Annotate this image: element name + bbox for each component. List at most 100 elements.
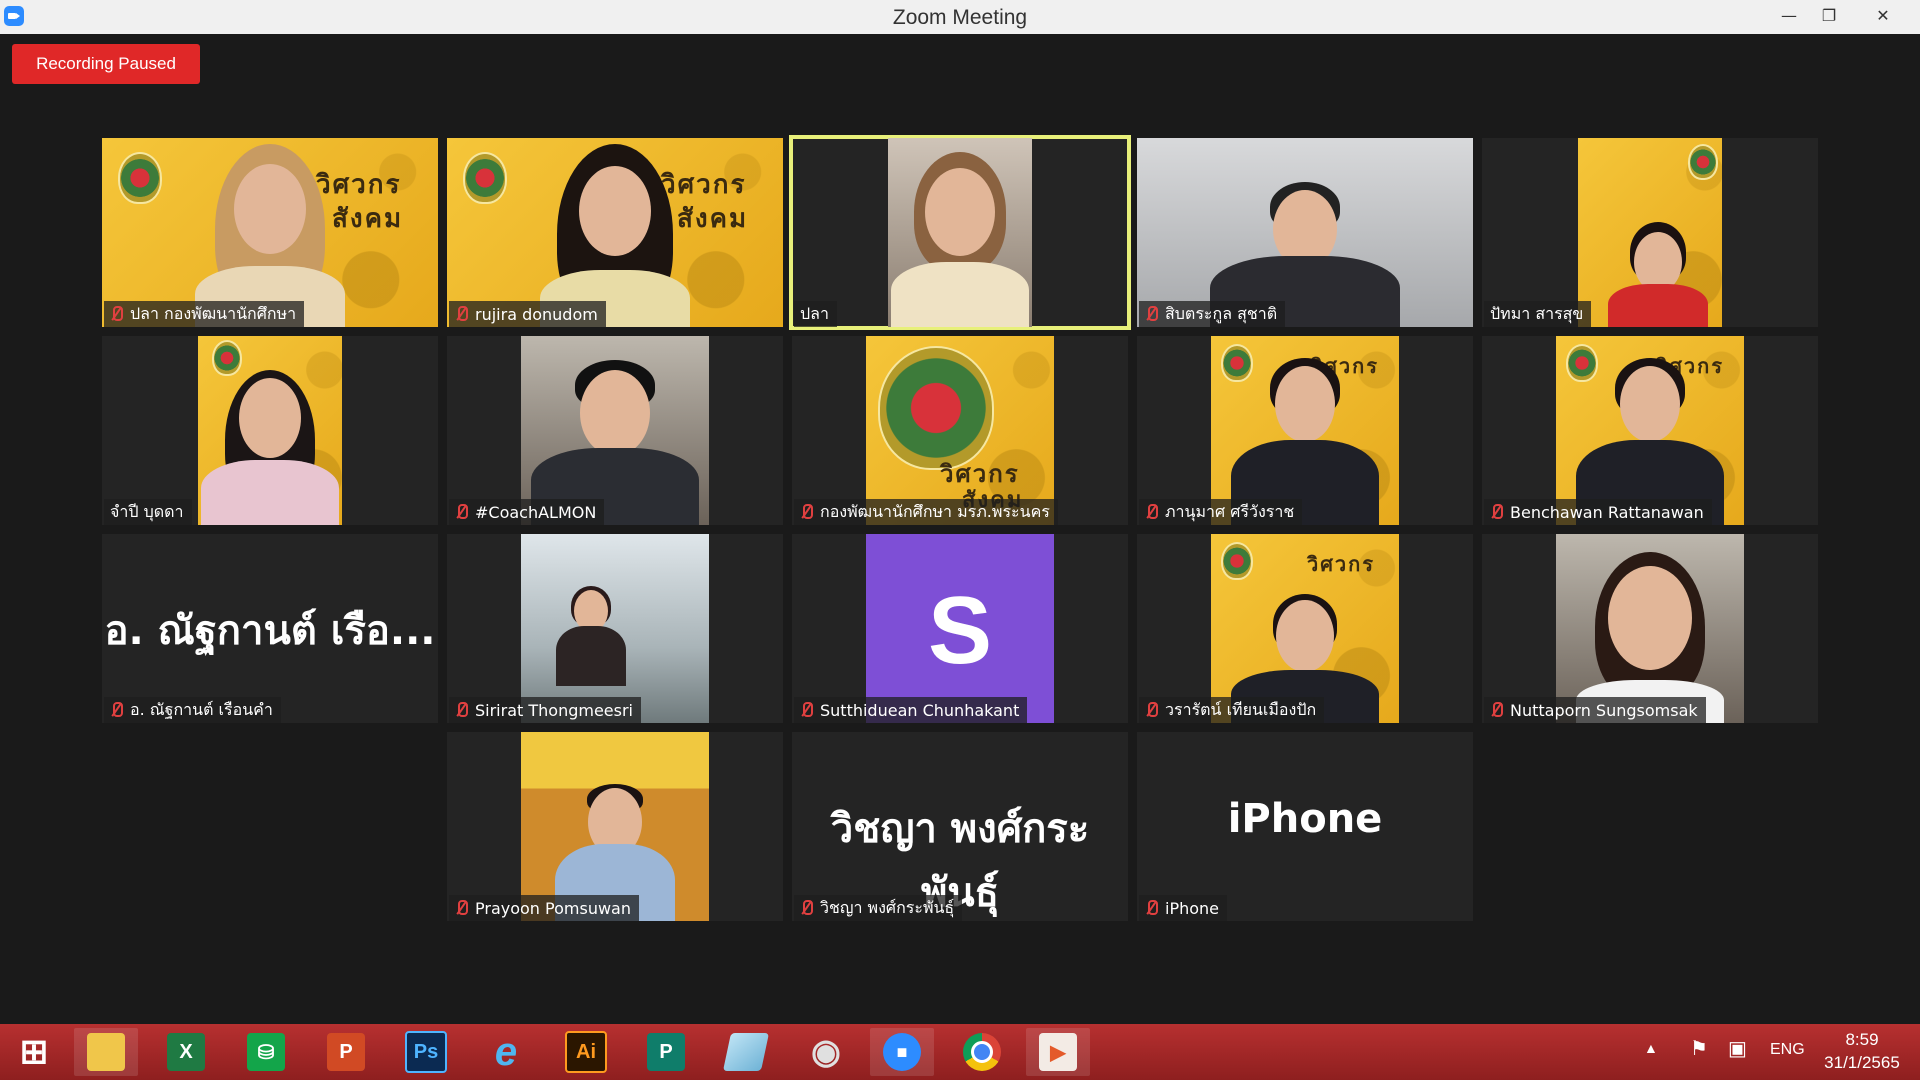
- taskbar-excel[interactable]: X: [154, 1028, 218, 1076]
- chrome-icon: [963, 1033, 1001, 1071]
- participant-display-name: iPhone: [1227, 796, 1383, 842]
- participant-name-label: จำปี บุดดา: [104, 499, 192, 525]
- participant-name: Nuttaporn Sungsomsak: [1510, 700, 1698, 720]
- participant-tile-no-video[interactable]: อ. ณัฐกานต์ เรือ... อ. ณัฐกานต์ เรือนคำ: [102, 534, 438, 723]
- participant-figure: [1205, 138, 1405, 327]
- participant-name-label: ปลา กองพัฒนานักศึกษา: [104, 301, 305, 327]
- participant-name-label: ปลา: [794, 301, 837, 327]
- participant-name: iPhone: [1165, 898, 1220, 918]
- participant-tile[interactable]: จำปี บุดดา: [102, 336, 438, 525]
- video-app-icon: ▶: [1039, 1033, 1077, 1071]
- powerpoint-icon: P: [327, 1033, 365, 1071]
- store-icon: ⛁: [247, 1033, 285, 1071]
- clock-date[interactable]: 31/1/2565: [1814, 1053, 1910, 1073]
- participant-figure: [521, 534, 661, 723]
- taskbar-zoom[interactable]: ■: [870, 1028, 934, 1076]
- participant-name-label: #CoachALMON: [449, 499, 605, 525]
- participant-name-label: กองพัฒนานักศึกษา มรภ.พระนคร: [794, 499, 1058, 525]
- participant-tile[interactable]: วิศวกร สังคม rujira donudom: [447, 138, 783, 327]
- participant-name: วิชญา พงศ์กระพันธุ์: [820, 897, 955, 917]
- participant-name: Prayoon Pomsuwan: [475, 898, 631, 918]
- participant-video: [198, 336, 342, 525]
- taskbar-notepad[interactable]: [714, 1028, 778, 1076]
- participant-figure: [1603, 138, 1713, 327]
- muted-mic-icon: [800, 899, 813, 917]
- participant-tile[interactable]: วิศวกร สังคม กองพัฒนานักศึกษา มรภ.พระนคร: [792, 336, 1128, 525]
- start-button[interactable]: ⊞: [2, 1028, 66, 1076]
- participant-tile-no-video[interactable]: iPhone iPhone: [1137, 732, 1473, 921]
- restore-button[interactable]: ❐: [1806, 0, 1852, 34]
- participant-name-label: Nuttaporn Sungsomsak: [1484, 697, 1706, 723]
- participant-name-label: Sirirat Thongmeesri: [449, 697, 641, 723]
- folder-icon: [87, 1033, 125, 1071]
- participant-name: กองพัฒนานักศึกษา มรภ.พระนคร: [820, 501, 1050, 521]
- network-icon[interactable]: ▣: [1728, 1036, 1747, 1061]
- participant-name-label: Benchawan Rattanawan: [1484, 499, 1712, 525]
- participant-avatar: S: [866, 534, 1054, 723]
- participant-figure: [530, 336, 700, 525]
- participant-tile[interactable]: Sirirat Thongmeesri: [447, 534, 783, 723]
- muted-mic-icon: [455, 899, 468, 917]
- participant-name: #CoachALMON: [475, 502, 597, 522]
- muted-mic-icon: [1145, 701, 1158, 719]
- recording-paused-badge[interactable]: Recording Paused: [12, 44, 200, 84]
- participant-figure: [535, 138, 695, 327]
- photoscape-icon: ◉: [811, 1033, 841, 1071]
- participant-name-label: วรารัตน์ เทียนเมืองปัก: [1139, 697, 1325, 723]
- participant-tile[interactable]: Nuttaporn Sungsomsak: [1482, 534, 1818, 723]
- participant-tile[interactable]: วิศวกร ภานุมาศ ศรีวังราช: [1137, 336, 1473, 525]
- participant-name-label: สิบตระกูล สุชาติ: [1139, 301, 1286, 327]
- participant-name-label: iPhone: [1139, 895, 1228, 921]
- clock-time[interactable]: 8:59: [1814, 1030, 1910, 1050]
- participant-figure: [540, 732, 690, 921]
- participant-video: [1556, 534, 1744, 723]
- participant-video: [521, 534, 709, 723]
- participant-tile-no-video[interactable]: S Sutthiduean Chunhakant: [792, 534, 1128, 723]
- show-hidden-icons-chevron-icon[interactable]: ▲: [1644, 1040, 1658, 1056]
- participant-video: วิศวกร: [1556, 336, 1744, 525]
- taskbar-powerpoint[interactable]: P: [314, 1028, 378, 1076]
- participant-tile[interactable]: #CoachALMON: [447, 336, 783, 525]
- internet-explorer-icon: e: [494, 1029, 518, 1074]
- taskbar-illustrator[interactable]: Ai: [554, 1028, 618, 1076]
- participant-video: วิศวกร สังคม: [102, 138, 438, 327]
- taskbar-photoscape[interactable]: ◉: [794, 1028, 858, 1076]
- participant-name: Sutthiduean Chunhakant: [820, 700, 1020, 720]
- taskbar-photoshop[interactable]: Ps: [394, 1028, 458, 1076]
- participant-tile-no-video[interactable]: วิชญา พงศ์กระพันธุ์ วิชญา พงศ์กระพันธุ์: [792, 732, 1128, 921]
- publisher-icon: P: [647, 1033, 685, 1071]
- participant-name-label: ปัทมา สารสุข: [1484, 301, 1592, 327]
- taskbar-internet-explorer[interactable]: e: [474, 1028, 538, 1076]
- participant-tile[interactable]: Prayoon Pomsuwan: [447, 732, 783, 921]
- participant-tile[interactable]: วิศวกร Benchawan Rattanawan: [1482, 336, 1818, 525]
- taskbar-chrome[interactable]: [950, 1028, 1014, 1076]
- excel-icon: X: [167, 1033, 205, 1071]
- participant-tile[interactable]: สิบตระกูล สุชาติ: [1137, 138, 1473, 327]
- title-bar: Zoom Meeting — ❐ ✕: [0, 0, 1920, 34]
- participant-tile-active-speaker[interactable]: ปลา: [789, 135, 1131, 330]
- participant-video: [888, 138, 1032, 327]
- muted-mic-icon: [800, 503, 813, 521]
- participant-tile[interactable]: วิศวกร วรารัตน์ เทียนเมืองปัก: [1137, 534, 1473, 723]
- taskbar-publisher[interactable]: P: [634, 1028, 698, 1076]
- participant-display-name: อ. ณัฐกานต์ เรือ...: [104, 608, 436, 654]
- muted-mic-icon: [455, 305, 468, 323]
- language-indicator[interactable]: ENG: [1770, 1041, 1805, 1059]
- participant-tile[interactable]: วิศวกร สังคม ปลา กองพัฒนานักศึกษา: [102, 138, 438, 327]
- participant-name: ภานุมาศ ศรีวังราช: [1165, 501, 1295, 521]
- notepad-icon: [722, 1033, 770, 1071]
- taskbar-file-explorer[interactable]: [74, 1028, 138, 1076]
- muted-mic-icon: [110, 305, 123, 323]
- muted-mic-icon: [1490, 503, 1503, 521]
- taskbar-store[interactable]: ⛁: [234, 1028, 298, 1076]
- participant-video: วิศวกร สังคม: [866, 336, 1054, 525]
- close-button[interactable]: ✕: [1860, 0, 1906, 34]
- illustrator-icon: Ai: [565, 1031, 607, 1073]
- photoshop-icon: Ps: [405, 1031, 447, 1073]
- participant-tile[interactable]: ปัทมา สารสุข: [1482, 138, 1818, 327]
- participant-figure: [200, 336, 340, 525]
- participant-video: [521, 732, 709, 921]
- action-center-flag-icon[interactable]: ⚑: [1690, 1036, 1708, 1061]
- participant-name-label: rujira donudom: [449, 301, 606, 327]
- taskbar-video-app[interactable]: ▶: [1026, 1028, 1090, 1076]
